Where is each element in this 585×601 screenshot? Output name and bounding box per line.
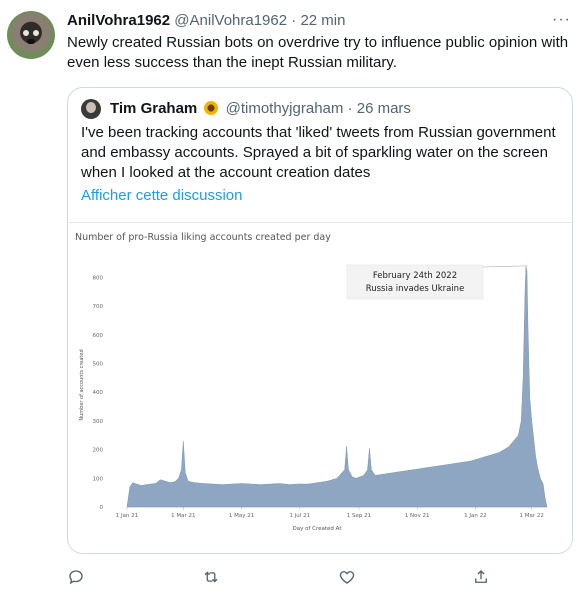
avatar[interactable] [7,11,55,59]
avatar-eye-icon [23,30,29,36]
quoted-author-name[interactable]: Tim Graham [110,100,197,117]
tweet-time[interactable]: 22 min [300,12,345,29]
y-tick-label: 700 [93,304,104,310]
x-tick-label: 1 Jul 21 [289,513,310,519]
tweet[interactable]: AnilVohra1962 @AnilVohra1962 · 22 min ··… [0,0,585,601]
area-chart: Number of pro-Russia liking accounts cre… [75,232,548,532]
y-axis-label: Number of accounts created [79,349,85,420]
author-handle[interactable]: @AnilVohra1962 [174,12,287,29]
y-tick-label: 400 [93,390,104,396]
share-icon [475,570,487,583]
quoted-tweet[interactable]: Tim Graham @timothyjgraham · 26 mars I'v… [67,87,573,554]
quoted-text: I've been tracking accounts that 'liked'… [81,124,556,181]
reply-button[interactable] [67,568,89,590]
series-area [126,265,548,508]
y-tick-label: 300 [93,419,104,425]
y-tick-label: 100 [93,476,104,482]
avatar-nose-icon [27,39,35,44]
chart-image[interactable]: Number of pro-Russia liking accounts cre… [69,222,572,553]
y-tick-label: 500 [93,361,104,367]
tweet-text: Newly created Russian bots on overdrive … [67,34,569,71]
action-bar [67,568,507,590]
annotation-label: February 24th 2022 [373,271,457,281]
quoted-avatar[interactable] [81,99,101,119]
quoted-separator: · [347,100,353,117]
x-tick-label: 1 Jan 22 [464,513,486,519]
show-thread-link[interactable]: Afficher cette discussion [81,186,242,206]
tweet-header: AnilVohra1962 @AnilVohra1962 · 22 min [67,11,345,31]
author-name[interactable]: AnilVohra1962 [67,12,170,29]
chart-title: Number of pro-Russia liking accounts cre… [75,232,331,243]
like-button[interactable] [338,568,360,590]
reply-icon [69,570,83,585]
y-tick-label: 0 [100,505,104,511]
x-tick-label: 1 Mar 21 [171,513,195,519]
y-tick-label: 800 [93,275,104,281]
retweet-button[interactable] [202,568,224,590]
x-tick-label: 1 May 21 [229,513,254,519]
like-icon [339,571,355,584]
quoted-header: Tim Graham @timothyjgraham · 26 mars [110,99,411,119]
x-tick-label: 1 Nov 21 [405,513,430,519]
more-options-icon[interactable]: ··· [552,12,571,28]
annotation-label: Russia invades Ukraine [366,284,465,294]
y-tick-label: 200 [93,448,104,454]
avatar-eye-icon [33,30,39,36]
x-tick-label: 1 Mar 22 [520,513,544,519]
sunflower-icon [204,101,219,115]
x-tick-label: 1 Jan 21 [116,513,138,519]
y-tick-label: 600 [93,333,104,339]
x-tick-label: 1 Sep 21 [347,513,371,519]
share-button[interactable] [472,568,494,590]
x-axis-label: Day of Created At [293,526,343,532]
annotation-leader [482,265,527,268]
quoted-date[interactable]: 26 mars [357,100,411,117]
quoted-author-handle[interactable]: @timothyjgraham [226,100,344,117]
header-separator: · [291,12,297,29]
retweet-icon [204,571,218,583]
